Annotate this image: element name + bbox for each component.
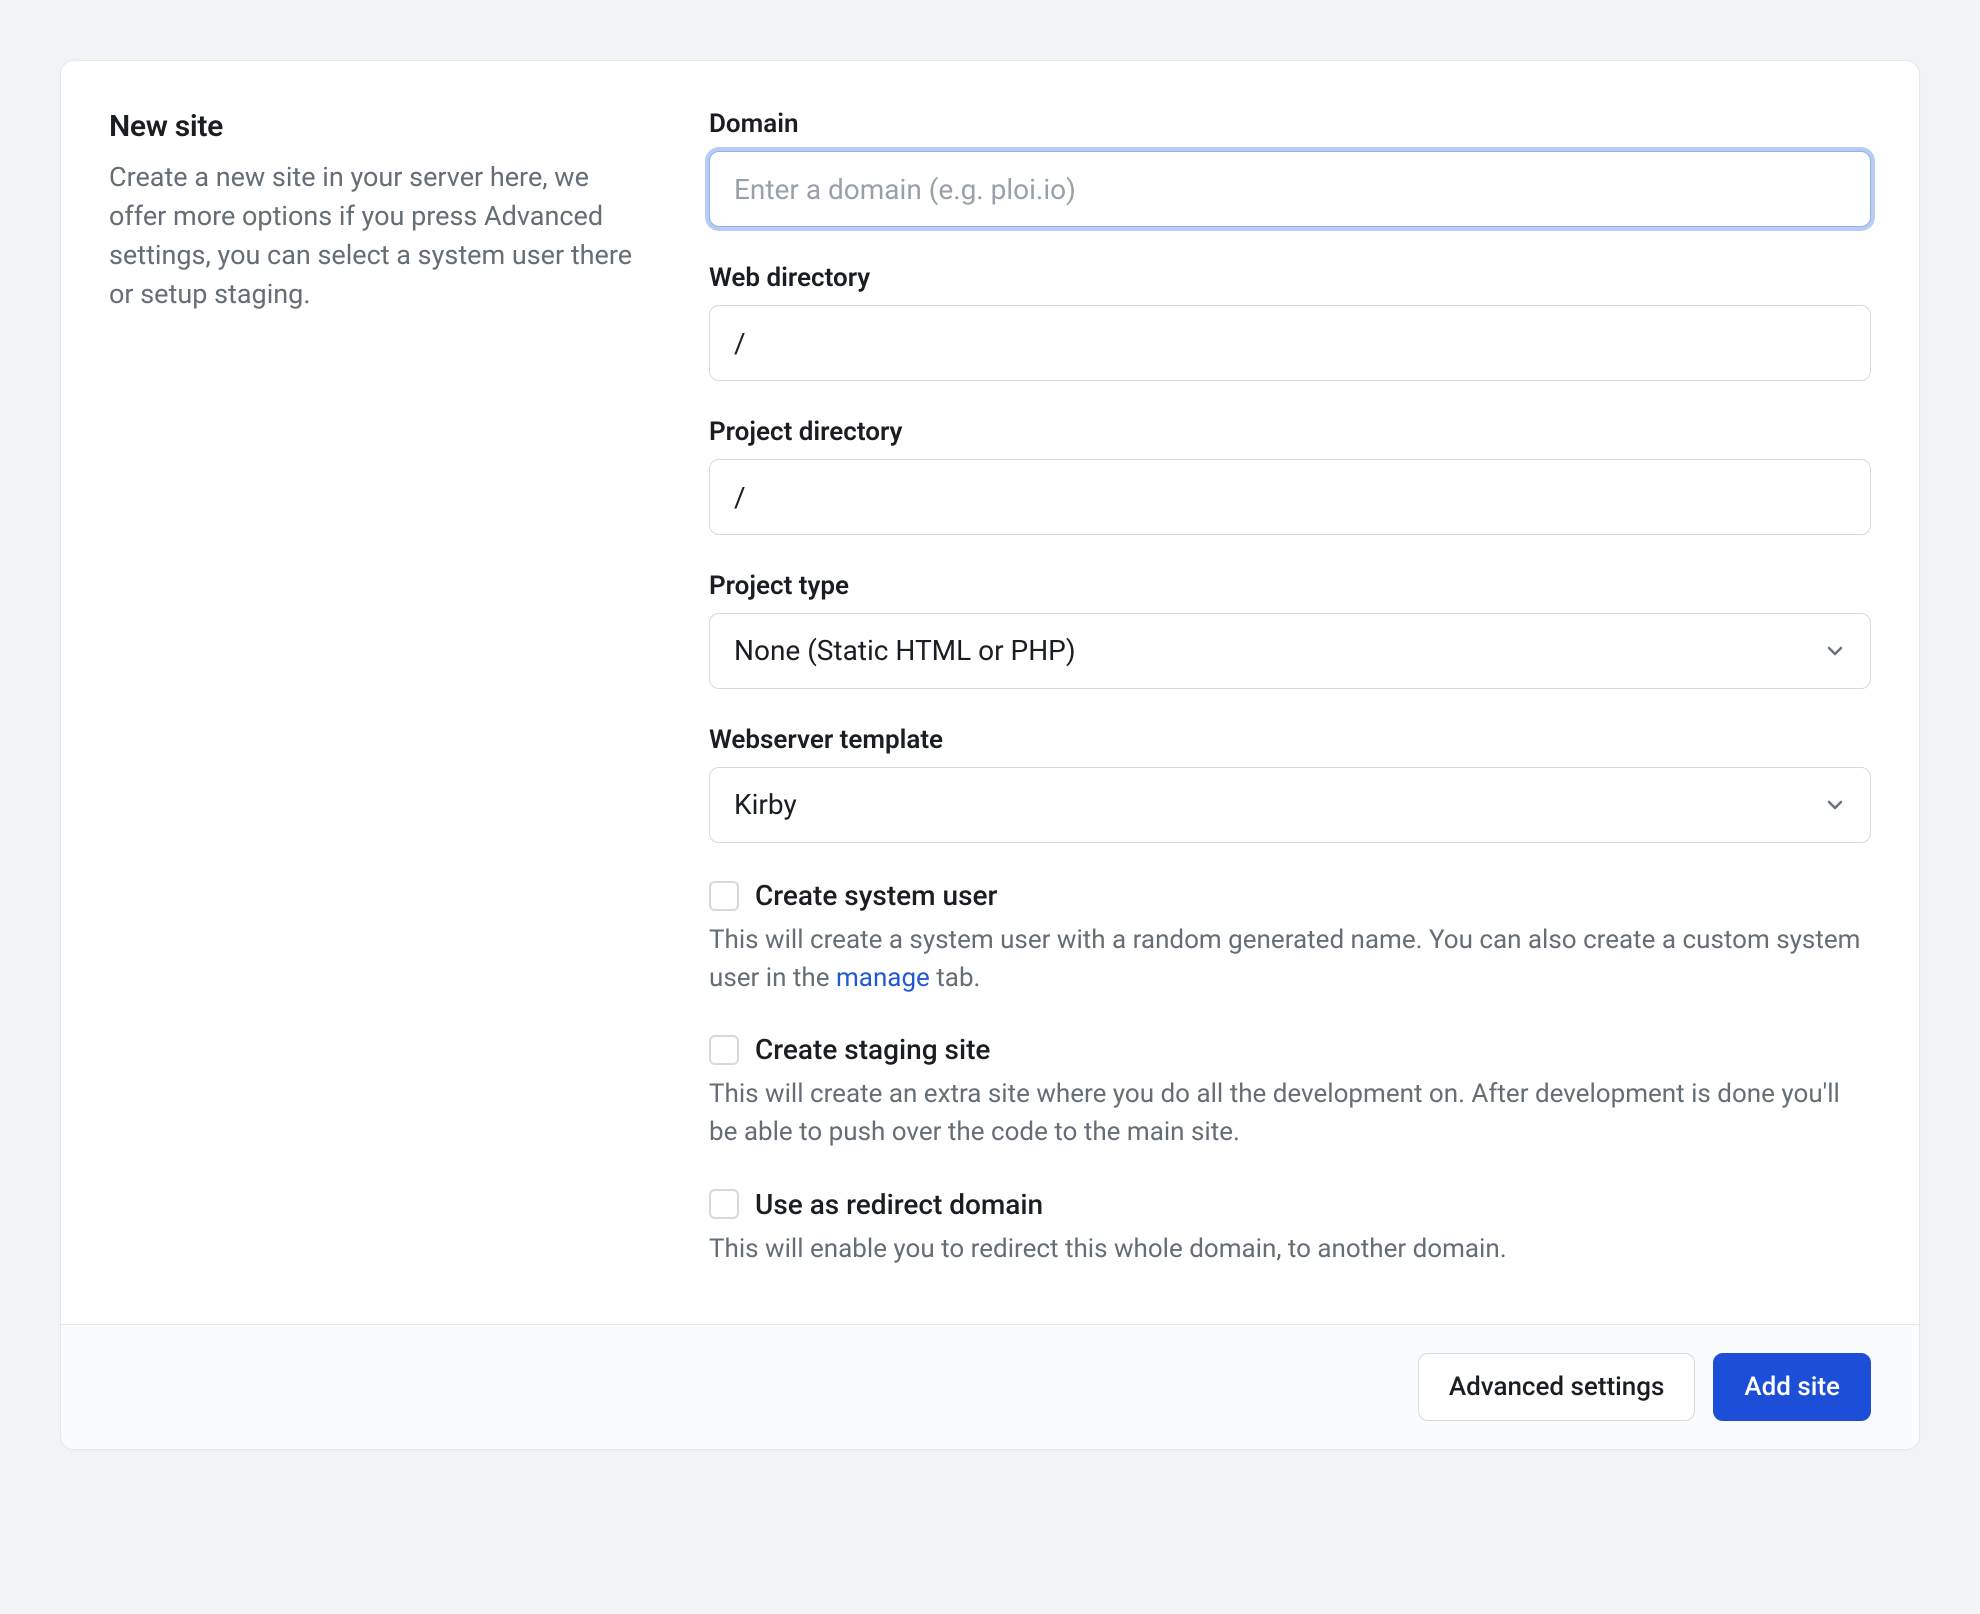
redirect-domain-help: This will enable you to redirect this wh…	[709, 1231, 1871, 1269]
field-create-system-user: Create system user This will create a sy…	[709, 879, 1871, 997]
new-site-card: New site Create a new site in your serve…	[60, 60, 1920, 1450]
redirect-domain-checkbox[interactable]	[709, 1189, 739, 1219]
field-create-staging: Create staging site This will create an …	[709, 1033, 1871, 1151]
field-domain: Domain	[709, 109, 1871, 227]
create-staging-help: This will create an extra site where you…	[709, 1076, 1871, 1151]
domain-input[interactable]	[709, 151, 1871, 227]
advanced-settings-button[interactable]: Advanced settings	[1418, 1353, 1696, 1421]
card-sidebar: New site Create a new site in your serve…	[109, 109, 649, 1268]
card-title: New site	[109, 109, 649, 144]
add-site-button[interactable]: Add site	[1713, 1353, 1871, 1421]
card-footer: Advanced settings Add site	[61, 1324, 1919, 1449]
webserver-template-label: Webserver template	[709, 725, 1871, 755]
field-project-directory: Project directory	[709, 417, 1871, 535]
field-redirect-domain: Use as redirect domain This will enable …	[709, 1188, 1871, 1269]
web-directory-input[interactable]	[709, 305, 1871, 381]
manage-link[interactable]: manage	[836, 963, 930, 993]
create-staging-checkbox[interactable]	[709, 1035, 739, 1065]
new-site-form: Domain Web directory Project directory P…	[709, 109, 1871, 1268]
field-webserver-template: Webserver template Kirby	[709, 725, 1871, 843]
web-directory-label: Web directory	[709, 263, 1871, 293]
card-description: Create a new site in your server here, w…	[109, 158, 649, 315]
field-web-directory: Web directory	[709, 263, 1871, 381]
help-text: tab.	[930, 963, 981, 993]
domain-label: Domain	[709, 109, 1871, 139]
redirect-domain-label: Use as redirect domain	[755, 1188, 1043, 1221]
project-directory-label: Project directory	[709, 417, 1871, 447]
field-project-type: Project type None (Static HTML or PHP)	[709, 571, 1871, 689]
project-type-select[interactable]: None (Static HTML or PHP)	[709, 613, 1871, 689]
webserver-template-select[interactable]: Kirby	[709, 767, 1871, 843]
create-system-user-checkbox[interactable]	[709, 881, 739, 911]
create-system-user-label: Create system user	[755, 879, 997, 912]
create-system-user-help: This will create a system user with a ra…	[709, 922, 1871, 997]
project-type-label: Project type	[709, 571, 1871, 601]
create-staging-label: Create staging site	[755, 1033, 990, 1066]
project-directory-input[interactable]	[709, 459, 1871, 535]
